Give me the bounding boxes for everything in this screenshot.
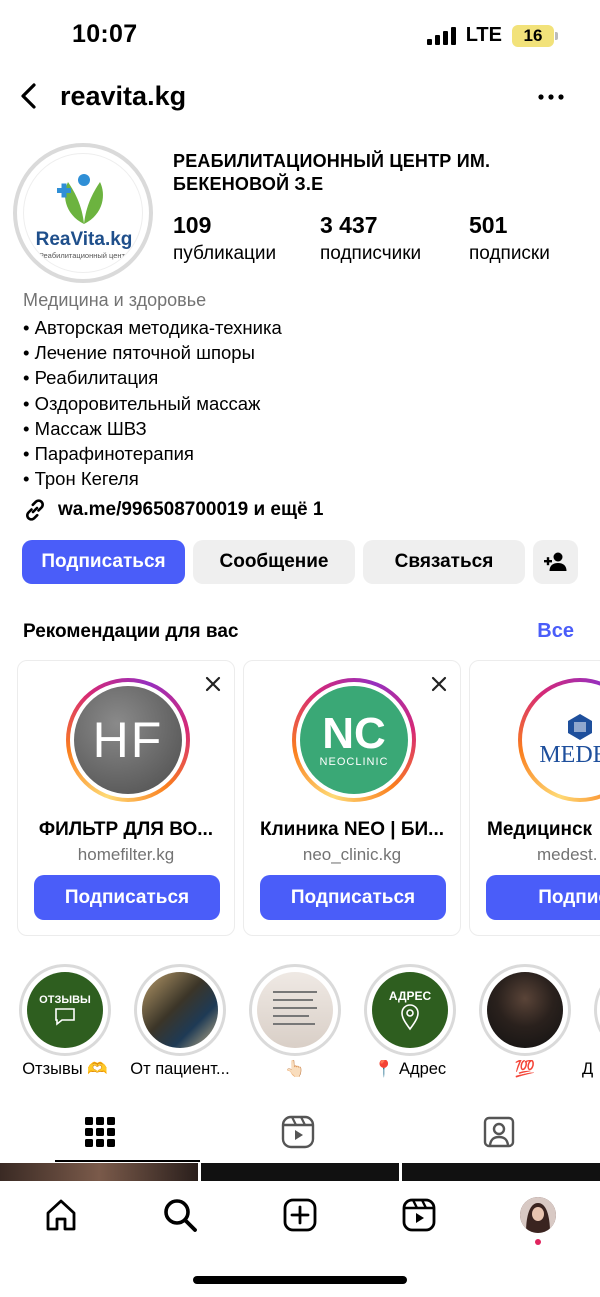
card-logo-subtext: NEOCLINIC [319,756,389,768]
stat-posts[interactable]: 109 публикации [173,212,276,265]
grid-icon[interactable] [82,1114,118,1150]
home-icon[interactable] [42,1196,80,1234]
stat-label: публикации [173,243,277,264]
reels-tab-icon[interactable] [280,1114,316,1150]
medest-logo-icon [568,713,592,740]
recommendations-title: Рекомендации для вас [23,621,239,642]
profile-username: reavita.kg [60,81,187,111]
chat-bubble-icon [55,1008,75,1026]
highlight-label: Отзывы 🫶 [22,1060,108,1078]
card-logo-text: MEDES [539,741,600,768]
contact-button[interactable]: Связаться [363,540,525,584]
more-horizontal-icon[interactable] [536,84,566,110]
card-follow-button[interactable]: Подписа [486,875,600,920]
signal-icon [426,26,456,45]
highlight-label: Д [582,1060,594,1078]
bio-line: • Массаж ШВЗ [23,417,147,439]
story-highlight[interactable]: От пациент... [130,964,230,1078]
link-icon [26,499,44,521]
card-handle: homefilter.kg [77,845,175,864]
link-text: wa.me/996508700019 и ещё 1 [58,499,324,520]
see-all-link[interactable]: Все [537,620,574,643]
close-icon[interactable] [204,675,222,693]
chevron-left-icon[interactable] [14,80,46,112]
card-avatar[interactable]: HF [66,678,190,802]
profile-display-name: РЕАБИЛИТАЦИОННЫЙ ЦЕНТР ИМ. БЕКЕНОВОЙ З.Е [173,151,491,194]
highlight-label: 💯 [514,1060,536,1078]
card-handle: neo_clinic.kg [302,845,402,864]
reavita-logo: ReaVita.kg Реабилитационный центр [23,153,143,273]
create-post-icon[interactable] [281,1196,319,1234]
add-person-icon [543,552,566,571]
story-highlight[interactable]: АДРЕС 📍 Адрес [364,964,456,1078]
status-indicators: LTE 16 [426,24,558,47]
message-button[interactable]: Сообщение [193,540,355,584]
battery-icon: 16 [512,24,558,47]
profile-link[interactable]: wa.me/996508700019 и ещё 1 [22,497,323,523]
bio-line: • Трон Кегеля [23,468,139,490]
card-follow-button[interactable]: Подписаться [260,875,446,920]
network-type: LTE [465,24,502,46]
post-thumbnail[interactable] [0,1163,198,1181]
suggest-people-button[interactable] [533,540,578,584]
card-logo-text: HF [92,712,164,768]
reels-icon[interactable] [400,1196,438,1234]
follow-button[interactable]: Подписаться [22,540,185,584]
post-thumbnail[interactable] [402,1163,600,1181]
bio-line: • Реабилитация [23,367,159,389]
logo-text: ReaVita.kg [36,229,133,250]
story-highlight[interactable]: ОТЗЫВЫ Отзывы 🫶 [19,964,111,1078]
card-name: ФИЛЬТР ДЛЯ ВО... [38,819,214,840]
location-pin-icon [401,1004,419,1031]
card-avatar[interactable]: NC NEOCLINIC [292,678,416,802]
stat-value: 3 437 [320,212,378,238]
stat-followers[interactable]: 3 437 подписчики [320,212,421,265]
stat-label: подписчики [320,243,422,264]
card-follow-button[interactable]: Подписаться [34,875,220,920]
card-handle: medest. [537,845,598,864]
profile-nav-avatar[interactable] [520,1197,556,1233]
card-name: Клиника NEO | БИ... [259,819,445,840]
bio-line: • Оздоровительный массаж [23,392,261,414]
recommendation-card[interactable]: MEDES Медицинск medest. Подписа [469,660,600,936]
active-tab-indicator [55,1160,200,1162]
home-indicator [193,1276,407,1284]
bio-line: • Авторская методика-техника [23,317,282,338]
profile-bio: • Авторская методика-техника • Лечение п… [23,315,282,491]
story-highlight[interactable]: Д [582,964,600,1078]
close-icon[interactable] [430,675,448,693]
profile-avatar[interactable]: ReaVita.kg Реабилитационный центр [13,143,153,283]
story-highlight[interactable]: 💯 [479,964,571,1078]
highlight-label: От пациент... [130,1060,230,1078]
bio-line: • Лечение пяточной шпоры [23,342,255,364]
bio-line: • Парафинотерапия [23,443,194,465]
stat-value: 501 [469,212,508,238]
post-thumbnail[interactable] [201,1163,399,1181]
highlight-badge-text: ОТЗЫВЫ [39,994,91,1006]
highlight-label: 👆🏻 [284,1060,306,1078]
tagged-tab-icon[interactable] [481,1114,517,1150]
stat-value: 109 [173,212,212,238]
highlight-label: 📍 Адрес [373,1060,447,1078]
profile-category: Медицина и здоровье [23,290,207,310]
card-avatar[interactable]: MEDES [518,678,600,802]
highlight-badge-text: АДРЕС [388,989,432,1003]
stat-following[interactable]: 501 подписки [469,212,550,265]
logo-subtext: Реабилитационный центр [39,251,129,260]
stat-label: подписки [469,243,550,264]
search-icon[interactable] [161,1196,199,1234]
recommendation-card[interactable]: NC NEOCLINIC Клиника NEO | БИ... neo_cli… [243,660,461,936]
status-time: 10:07 [72,20,138,48]
story-highlight[interactable]: 👆🏻 [249,964,341,1078]
text-note-thumbnail [273,991,317,1025]
card-name: Медицинск [487,819,593,840]
card-logo-text: NC [322,709,386,758]
recommendation-card[interactable]: HF ФИЛЬТР ДЛЯ ВО... homefilter.kg Подпис… [17,660,235,936]
notification-dot [535,1239,541,1245]
